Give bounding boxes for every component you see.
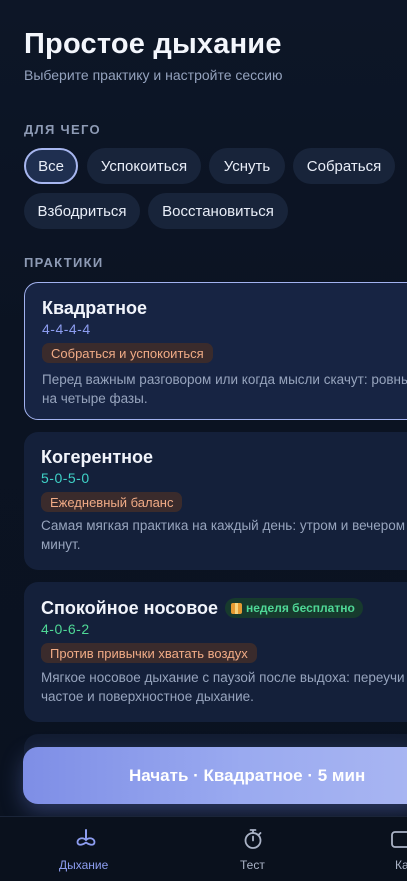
page-subtitle: Выберите практику и настройте сессию bbox=[24, 67, 283, 83]
bottom-tab-bar: Дыхание Тест Ка bbox=[0, 816, 407, 881]
practice-name: Спокойное носовое bbox=[41, 598, 219, 618]
practice-pattern: 4-0-6-2 bbox=[41, 621, 90, 637]
practice-card-coherent[interactable]: Когерентное 5-0-5-0 Ежедневный баланс Са… bbox=[24, 432, 407, 570]
free-week-badge: неделя бесплатно bbox=[225, 598, 363, 618]
tab-label: Тест bbox=[240, 858, 265, 872]
tab-label: Дыхание bbox=[59, 858, 109, 872]
practice-description: Самая мягкая практика на каждый день: ут… bbox=[41, 518, 406, 552]
tab-label: Ка bbox=[395, 858, 407, 872]
practice-name: Квадратное bbox=[42, 298, 147, 318]
practice-tag: Собраться и успокоиться bbox=[42, 343, 213, 363]
breathing-icon bbox=[76, 829, 96, 846]
filter-chip-all[interactable]: Все bbox=[24, 148, 78, 184]
calendar-icon bbox=[391, 831, 407, 848]
filter-chip-sleep[interactable]: Уснуть bbox=[209, 148, 285, 184]
practice-card-square[interactable]: Квадратное 4-4-4-4 Собраться и успокоить… bbox=[24, 282, 407, 420]
tab-test[interactable]: Тест bbox=[215, 817, 295, 881]
practice-pattern: 4-4-4-4 bbox=[42, 321, 91, 337]
gift-icon bbox=[231, 602, 242, 614]
filter-chip-calm[interactable]: Успокоиться bbox=[87, 148, 201, 184]
practice-pattern: 5-0-5-0 bbox=[41, 470, 90, 486]
tab-calendar[interactable]: Ка bbox=[385, 817, 407, 881]
page-title: Простое дыхание bbox=[24, 28, 282, 60]
practice-name: Когерентное bbox=[41, 447, 154, 467]
filter-chip-recover[interactable]: Восстановиться bbox=[148, 193, 288, 229]
practices-section-label: ПРАКТИКИ bbox=[24, 255, 104, 270]
stopwatch-icon bbox=[244, 829, 262, 849]
filter-chip-focus[interactable]: Собраться bbox=[293, 148, 395, 184]
tab-breathing[interactable]: Дыхание bbox=[45, 817, 125, 881]
filters-section-label: ДЛЯ ЧЕГО bbox=[24, 122, 101, 137]
practice-card-nasal[interactable]: Спокойное носовое неделя бесплатно 4-0-6… bbox=[24, 582, 407, 722]
filter-chip-energize[interactable]: Взбодриться bbox=[24, 193, 140, 229]
practice-description: Перед важным разговором или когда мысли … bbox=[42, 372, 407, 406]
start-session-button[interactable]: Начать · Квадратное · 5 мин bbox=[23, 747, 407, 804]
practice-description: Мягкое носовое дыхание с паузой после вы… bbox=[41, 670, 405, 704]
practice-tag: Против привычки хватать воздух bbox=[41, 643, 257, 663]
practice-tag: Ежедневный баланс bbox=[41, 492, 183, 512]
